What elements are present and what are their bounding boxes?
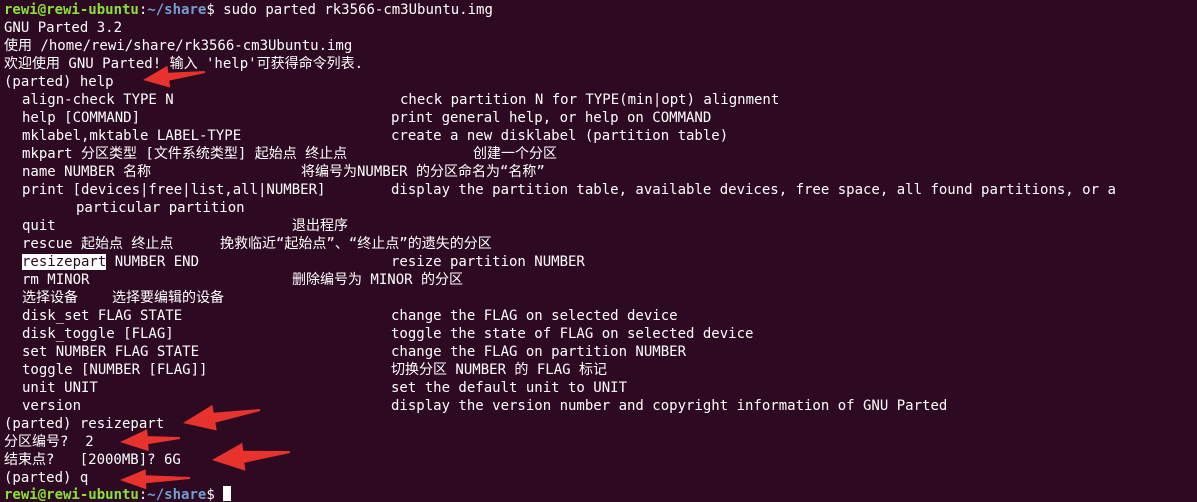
annotation-overlay: [120, 65, 291, 490]
help-desc-resizepart: resize partition NUMBER: [391, 254, 585, 270]
help-desc-version: display the version number and copyright…: [391, 398, 948, 414]
help-desc-disk-toggle: toggle the state of FLAG on selected dev…: [391, 326, 754, 342]
prompt-path: ~/share: [147, 2, 207, 18]
text-cursor: [223, 486, 232, 501]
help-desc-rm: 删除编号为 MINOR 的分区: [292, 272, 464, 288]
prompt-path-final: ~/share: [147, 487, 207, 502]
prompt-user: rewi@rewi-ubuntu: [4, 2, 139, 18]
resizepart-command-line: (parted) resizepart: [4, 416, 165, 432]
help-desc-mklabel: create a new disklabel (partition table): [391, 128, 729, 144]
help-cmd-disk-set: disk_set FLAG STATE: [22, 308, 183, 324]
help-desc-name: 将编号为NUMBER 的分区命名为“名称”: [301, 164, 545, 180]
help-desc-select: 选择要编辑的设备: [112, 290, 224, 306]
help-desc-rescue: 挽救临近“起始点”、“终止点”的遗失的分区: [220, 236, 492, 252]
partition-number-prompt: 分区编号? 2: [4, 434, 94, 450]
help-desc-align-check: check partition N for TYPE(min|opt) alig…: [400, 92, 780, 108]
help-desc-toggle: 切换分区 NUMBER 的 FLAG 标记: [391, 362, 608, 378]
help-desc-print: display the partition table, available d…: [391, 182, 1116, 198]
help-desc-disk-set: change the FLAG on selected device: [391, 308, 678, 324]
command-text: sudo parted rk3566-cm3Ubuntu.img: [223, 2, 493, 18]
using-line: 使用 /home/rewi/share/rk3566-cm3Ubuntu.img: [4, 38, 353, 54]
help-cmd-mklabel: mklabel,mktable LABEL-TYPE: [22, 128, 242, 144]
help-cmd-align-check: align-check TYPE N: [22, 92, 174, 108]
help-desc-mkpart: 创建一个分区: [473, 146, 557, 162]
end-point-prompt: 结束点? [2000MB]? 6G: [4, 452, 181, 468]
resizepart-args: NUMBER END: [106, 254, 200, 270]
help-cmd-print: print [devices|free|list,all|NUMBER]: [22, 182, 326, 198]
help-cmd-unit: unit UNIT: [22, 380, 98, 396]
help-desc-set: change the FLAG on partition NUMBER: [391, 344, 687, 360]
help-cmd-disk-toggle: disk_toggle [FLAG]: [22, 326, 174, 342]
arrow-resizepart: [183, 404, 261, 431]
final-prompt-line: rewi@rewi-ubuntu:~/share$: [4, 486, 232, 502]
help-cmd-version: version: [22, 398, 82, 414]
prompt-user-final: rewi@rewi-ubuntu: [4, 487, 139, 502]
help-desc-unit: set the default unit to UNIT: [391, 380, 628, 396]
help-cmd-name: name NUMBER 名称: [22, 164, 152, 180]
help-desc-print-cont: particular partition: [76, 200, 245, 216]
help-cmd-set: set NUMBER FLAG STATE: [22, 344, 200, 360]
terminal-window[interactable]: rewi@rewi-ubuntu:~/share$ sudo parted rk…: [0, 0, 1197, 502]
help-desc-help: print general help, or help on COMMAND: [391, 110, 712, 126]
highlighted-resizepart: resizepart: [22, 254, 107, 270]
help-cmd-resizepart: resizepart NUMBER END: [22, 253, 199, 271]
arrow-end-point: [212, 442, 291, 471]
help-cmd-quit: quit: [22, 218, 56, 234]
help-cmd-rm: rm MINOR: [22, 272, 90, 288]
quit-command-line: (parted) q: [4, 470, 89, 486]
help-cmd-select: 选择设备: [22, 290, 78, 306]
help-cmd-mkpart: mkpart 分区类型 [文件系统类型] 起始点 终止点: [22, 146, 348, 162]
version-line: GNU Parted 3.2: [4, 20, 123, 36]
help-cmd-help: help [COMMAND]: [22, 110, 141, 126]
help-cmd-rescue: rescue 起始点 终止点: [22, 236, 174, 252]
help-desc-quit: 退出程序: [292, 218, 348, 234]
help-command-line: (parted) help: [4, 74, 114, 90]
welcome-line: 欢迎使用 GNU Parted! 输入 'help'可获得命令列表.: [4, 56, 364, 72]
shell-prompt-line: rewi@rewi-ubuntu:~/share$ sudo parted rk…: [4, 2, 493, 18]
help-cmd-toggle: toggle [NUMBER [FLAG]]: [22, 362, 208, 378]
